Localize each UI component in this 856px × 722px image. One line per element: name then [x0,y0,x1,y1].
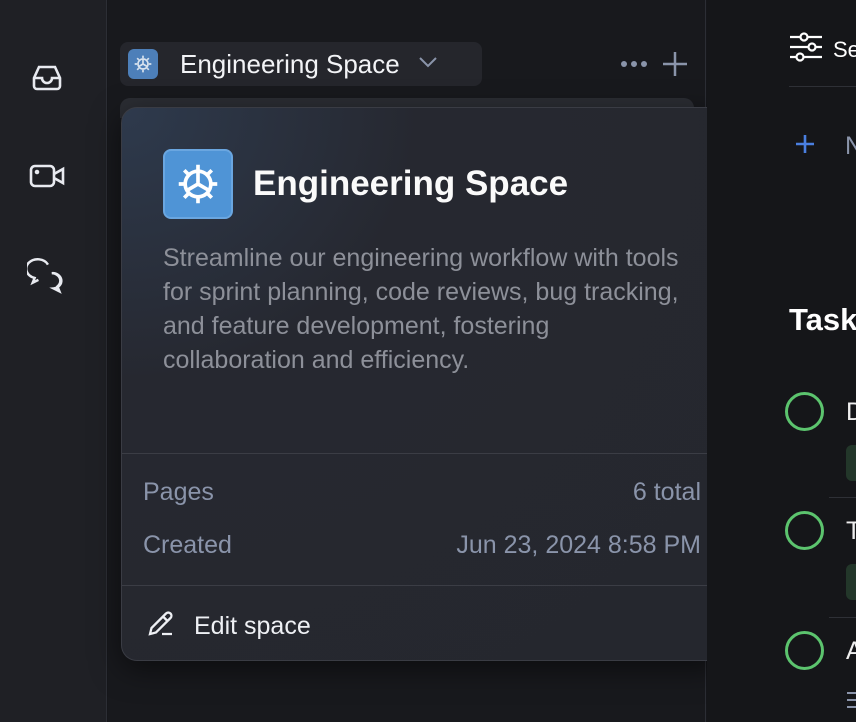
edit-space-label: Edit space [194,612,311,640]
left-rail [0,0,107,722]
divider [829,497,856,498]
tasks-heading: Task [789,302,856,337]
settings-button[interactable]: Se [789,32,856,67]
task-tag [846,564,856,600]
popover-description: Streamline our engineering workflow with… [163,244,679,374]
edit-space-button[interactable]: Edit space [146,608,311,645]
space-name: Engineering Space [180,48,400,79]
sliders-icon [789,32,823,67]
task-title[interactable]: A [846,637,856,666]
created-value: Jun 23, 2024 8:58 PM [456,531,701,559]
chevron-down-icon [418,55,438,73]
video-icon[interactable] [27,156,67,196]
settings-label: Se [833,36,856,62]
main-panel: Se N Task D T A [707,0,856,722]
space-info-popover: Engineering Space Streamline our enginee… [121,107,723,661]
new-button[interactable]: N [795,132,856,161]
new-label: N [845,132,856,160]
space-switcher[interactable]: Engineering Space [120,42,482,86]
chat-icon[interactable] [27,257,67,297]
gear-icon [163,149,233,219]
inbox-icon[interactable] [27,57,67,97]
divider [122,585,722,586]
task-checkbox[interactable] [785,392,824,431]
more-icon[interactable] [620,48,650,80]
task-checkbox[interactable] [785,631,824,670]
list-icon [847,690,856,715]
divider [829,617,856,618]
divider [122,453,722,454]
task-title[interactable]: T [846,517,856,546]
task-tag [846,445,856,481]
pages-value: 6 total [632,478,701,506]
created-label: Created [143,531,232,559]
plus-icon [795,134,815,159]
pages-label: Pages [143,478,214,506]
divider [789,86,856,87]
task-title[interactable]: D [846,398,856,427]
pencil-icon [146,608,176,645]
popover-title: Engineering Space [253,164,569,203]
gear-icon [128,49,158,79]
task-checkbox[interactable] [785,511,824,550]
add-icon[interactable] [662,48,688,80]
